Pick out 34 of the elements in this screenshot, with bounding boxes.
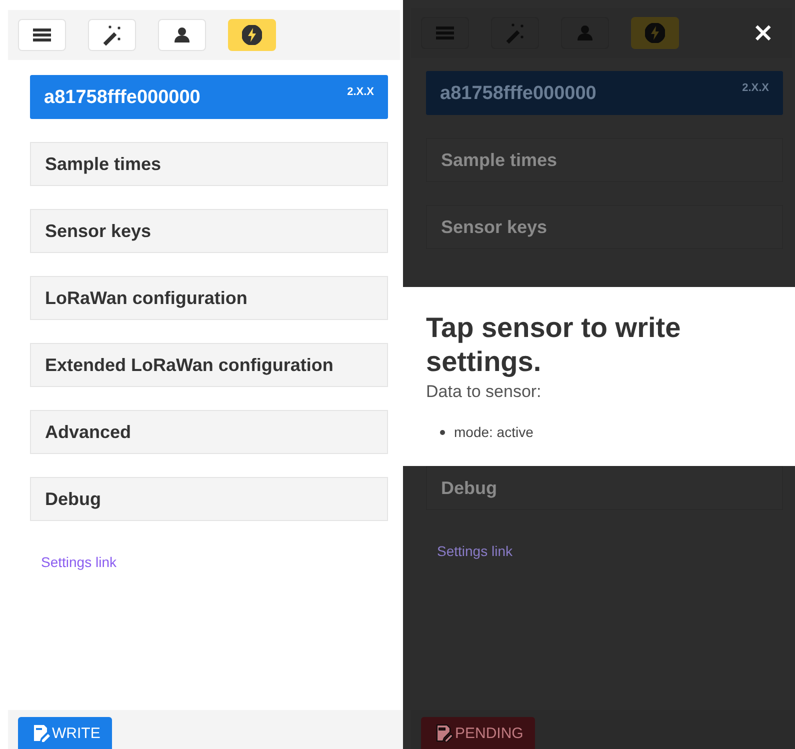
- write-button[interactable]: PENDING: [421, 717, 536, 749]
- lightning-icon: [242, 25, 262, 45]
- version-label: 2.X.X: [347, 86, 374, 98]
- pencil-document-icon: [435, 724, 453, 742]
- person-icon: [577, 25, 593, 41]
- section-header[interactable]: Sample times: [30, 142, 388, 186]
- bullet-icon: [440, 430, 445, 435]
- dialog-title: Tap sensor to write settings.: [426, 311, 682, 378]
- section-header[interactable]: Sensor keys: [30, 209, 388, 253]
- write-button[interactable]: WRITE: [18, 717, 112, 749]
- lightning-icon: [645, 23, 665, 43]
- close-button[interactable]: ×: [744, 20, 782, 46]
- section-header[interactable]: Sensor keys: [426, 205, 783, 249]
- settings-link[interactable]: Settings link: [437, 543, 783, 560]
- pencil-document-icon: [32, 724, 50, 742]
- dialog-subtitle: Data to sensor:: [426, 382, 542, 402]
- section-header[interactable]: Debug: [30, 477, 388, 521]
- settings-link[interactable]: Settings link: [41, 554, 388, 570]
- version-label: 2.X.X: [742, 82, 769, 94]
- menu-icon: [33, 28, 51, 42]
- device-id: a81758fffe000000: [440, 83, 596, 105]
- section-header[interactable]: Sample times: [426, 138, 783, 182]
- magic-wand-icon: [101, 24, 123, 46]
- section-header[interactable]: Debug: [426, 466, 783, 510]
- section-header[interactable]: Advanced: [30, 410, 388, 454]
- device-header[interactable]: a81758fffe000000 2.X.X: [30, 75, 388, 119]
- device-header[interactable]: a81758fffe000000 2.X.X: [426, 71, 783, 115]
- section-header[interactable]: Extended LoRaWan configuration: [30, 343, 388, 387]
- section-header[interactable]: LoRaWan configuration: [30, 276, 388, 320]
- list-item: mode: active: [454, 424, 534, 440]
- magic-wand-icon: [504, 22, 526, 44]
- person-icon: [174, 27, 190, 43]
- menu-icon: [436, 26, 454, 40]
- device-id: a81758fffe000000: [44, 87, 200, 109]
